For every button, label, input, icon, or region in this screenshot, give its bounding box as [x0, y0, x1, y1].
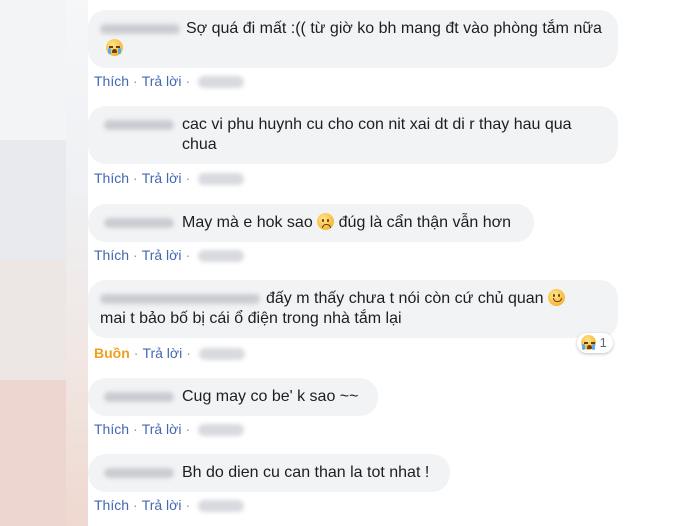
blurred-timestamp[interactable] [198, 500, 245, 513]
reply-link[interactable]: Trả lời [142, 497, 182, 513]
comment-text-continued: đúg là cẩn thận vẫn hơn [338, 214, 512, 231]
separator: · [133, 421, 138, 437]
separator: · [133, 497, 138, 513]
like-link[interactable]: Thích [94, 421, 129, 437]
separator: · [133, 73, 138, 89]
reply-link[interactable]: Trả lời [142, 73, 182, 89]
separator: · [133, 345, 139, 361]
like-link[interactable]: Thích [94, 170, 129, 186]
blurred-timestamp[interactable] [198, 250, 245, 263]
blurred-author-name[interactable] [104, 392, 174, 402]
reaction-count: 1 [599, 335, 607, 350]
comment-text: cac vi phu huynh cu cho con nit xai dt d… [182, 116, 572, 153]
reply-link[interactable]: Trả lời [142, 170, 182, 186]
comment-text: Sợ quá đi mất :(( từ giờ ko bh mang đt v… [186, 20, 602, 37]
like-link[interactable]: Thích [94, 247, 129, 263]
comment-actions: Thích · Trả lời · [94, 497, 245, 513]
blurred-author-name[interactable] [104, 120, 174, 130]
separator: · [185, 421, 191, 437]
comment-bubble: Cug may co be' k sao ~~ [88, 378, 378, 416]
blurred-timestamp[interactable] [198, 76, 245, 89]
separator: · [185, 497, 191, 513]
separator: · [185, 170, 191, 186]
sad-face-icon [317, 213, 335, 230]
separator: · [133, 247, 138, 263]
comment-bubble: May mà e hok sao đúg là cẩn thận vẫn hơn [88, 204, 534, 242]
comment-bubble: đấy m thấy chưa t nói còn cứ chủ quan ma… [88, 280, 618, 338]
like-link[interactable]: Thích [94, 497, 129, 513]
blurred-author-name[interactable] [104, 468, 174, 478]
blurred-timestamp[interactable] [198, 348, 245, 361]
blurred-timestamp[interactable] [198, 173, 245, 186]
reply-link[interactable]: Trả lời [142, 345, 182, 361]
comment-text-line1: đấy m thấy chưa t nói còn cứ chủ quan [266, 290, 544, 307]
separator: · [186, 345, 191, 361]
comment-text: Cug may co be' k sao ~~ [182, 388, 359, 405]
reaction-badge[interactable]: 1 [577, 333, 613, 353]
comment-actions: Thích · Trả lời · [94, 170, 245, 186]
comment-bubble: Sợ quá đi mất :(( từ giờ ko bh mang đt v… [88, 10, 618, 68]
blurred-timestamp[interactable] [198, 424, 245, 437]
blurred-author-name[interactable] [100, 293, 260, 304]
sad-reaction-link[interactable]: Buồn [94, 345, 130, 361]
reply-link[interactable]: Trả lời [142, 247, 182, 263]
crying-face-icon [581, 335, 596, 350]
comment-actions: Thích · Trả lời · [94, 73, 245, 89]
blurred-author-name[interactable] [100, 23, 180, 34]
blurred-sidebar [0, 0, 88, 526]
comment-text-line2: mai t bảo bố bị cái ổ điện trong nhà tắm… [100, 310, 402, 327]
smile-face-icon [548, 289, 566, 306]
separator: · [185, 247, 191, 263]
comment-bubble: Bh do dien cu can than la tot nhat ! [88, 454, 450, 492]
comment-text: Bh do dien cu can than la tot nhat ! [182, 464, 430, 481]
separator: · [185, 73, 191, 89]
comment-text: May mà e hok sao [182, 214, 313, 231]
comment-actions: Buồn · Trả lời · [94, 345, 245, 361]
separator: · [133, 170, 138, 186]
reply-link[interactable]: Trả lời [142, 421, 182, 437]
crying-face-icon [106, 39, 123, 56]
comment-actions: Thích · Trả lời · [94, 421, 245, 437]
like-link[interactable]: Thích [94, 73, 129, 89]
comment-actions: Thích · Trả lời · [94, 247, 245, 263]
comment-bubble: cac vi phu huynh cu cho con nit xai dt d… [88, 106, 618, 164]
blurred-author-name[interactable] [104, 218, 174, 228]
